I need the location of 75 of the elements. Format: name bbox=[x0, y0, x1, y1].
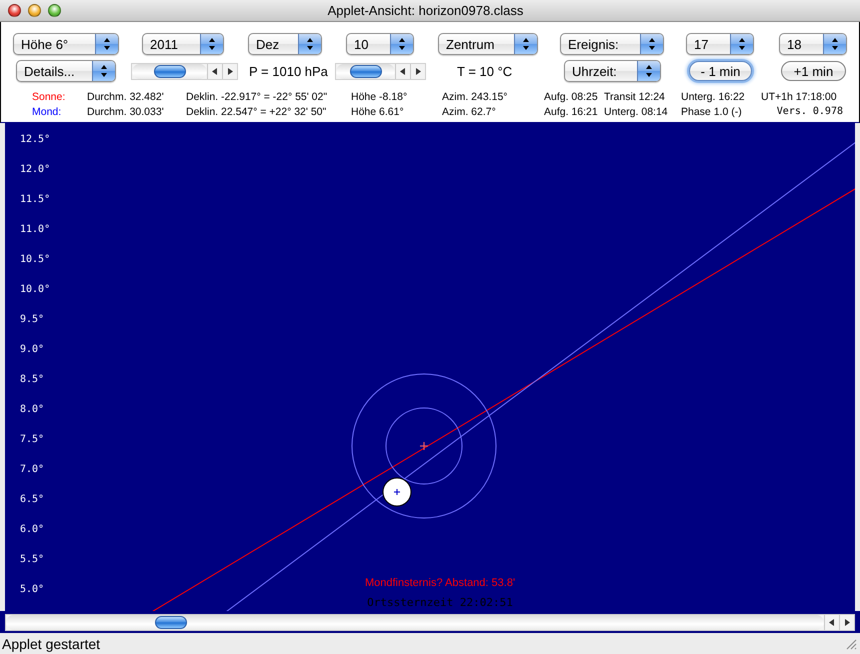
altitude-label: 6.5° bbox=[20, 494, 44, 505]
stepper-icon bbox=[823, 34, 846, 54]
info-value: Höhe -8.18° bbox=[351, 90, 408, 104]
altitude-label: 9.0° bbox=[20, 344, 44, 355]
slider-track[interactable] bbox=[335, 62, 426, 80]
stepper-icon bbox=[730, 34, 753, 54]
slider-track[interactable] bbox=[5, 614, 855, 631]
body-name: Mond: bbox=[32, 105, 62, 119]
info-value: Höhe 6.61° bbox=[351, 105, 405, 119]
stepper-icon bbox=[390, 34, 413, 54]
dropdown[interactable]: Höhe 6° bbox=[13, 33, 119, 55]
slider-thumb[interactable] bbox=[154, 64, 186, 78]
dropdown[interactable]: 10 bbox=[346, 33, 414, 55]
altitude-label: 11.0° bbox=[20, 224, 50, 235]
info-value: Transit 12:24 bbox=[604, 90, 666, 104]
info-value: Vers. 0.978 bbox=[776, 105, 844, 119]
altitude-label: 8.0° bbox=[20, 404, 44, 415]
info-value: Azim. 62.7° bbox=[442, 105, 497, 119]
reading-label: P = 1010 hPa bbox=[249, 64, 328, 78]
stepper-icon bbox=[514, 34, 537, 54]
altitude-label: 10.0° bbox=[20, 284, 50, 295]
resize-grip-icon bbox=[845, 638, 857, 650]
dropdown[interactable]: Zentrum bbox=[438, 33, 538, 55]
time-step-button[interactable]: - 1 min bbox=[689, 61, 752, 81]
info-value: Unterg. 08:14 bbox=[604, 105, 669, 119]
sidereal-time: Ortssternzeit 22:02:51 bbox=[367, 596, 513, 609]
dropdown[interactable]: Details... bbox=[16, 60, 116, 82]
stepper-icon bbox=[200, 34, 223, 54]
info-value: Aufg. 16:21 bbox=[544, 105, 599, 119]
body-name: Sonne: bbox=[32, 90, 66, 104]
close-button[interactable] bbox=[8, 4, 21, 17]
center-cross-icon bbox=[420, 442, 428, 450]
dropdown[interactable]: Ereignis: bbox=[560, 33, 664, 55]
altitude-label: 9.5° bbox=[20, 314, 44, 325]
moon-cross-icon bbox=[394, 488, 400, 496]
stepper-icon bbox=[640, 34, 663, 54]
slider-thumb[interactable] bbox=[350, 64, 382, 78]
info-value: UT+1h 17:18:00 bbox=[761, 90, 838, 104]
time-step-button[interactable]: +1 min bbox=[781, 61, 846, 81]
eclipse-notice: Mondfinsternis? Abstand: 53.8' bbox=[364, 577, 516, 589]
info-value: Deklin. -22.917° = -22° 55' 02" bbox=[186, 90, 328, 104]
altitude-label: 7.5° bbox=[20, 434, 44, 445]
reading-label: T = 10 °C bbox=[457, 64, 512, 78]
stepper-icon bbox=[92, 61, 115, 81]
info-value: Aufg. 08:25 bbox=[544, 90, 599, 104]
stepper-icon bbox=[637, 61, 660, 81]
slider-thumb[interactable] bbox=[155, 616, 188, 629]
altitude-label: 12.5° bbox=[20, 134, 50, 145]
dropdown[interactable]: 17 bbox=[686, 33, 754, 55]
altitude-label: 10.5° bbox=[20, 254, 50, 265]
dropdown[interactable]: Uhrzeit: bbox=[564, 60, 661, 82]
info-value: Durchm. 30.033' bbox=[87, 105, 165, 119]
dropdown[interactable]: Dez bbox=[248, 33, 322, 55]
altitude-label: 8.5° bbox=[20, 374, 44, 385]
info-value: Azim. 243.15° bbox=[442, 90, 508, 104]
dropdown[interactable]: 18 bbox=[779, 33, 847, 55]
info-value: Deklin. 22.547° = +22° 32' 50" bbox=[186, 105, 328, 119]
status-text: Applet gestartet bbox=[2, 636, 100, 652]
dropdown[interactable]: 2011 bbox=[142, 33, 224, 55]
altitude-label: 5.0° bbox=[20, 584, 44, 595]
info-value: Unterg. 16:22 bbox=[681, 90, 746, 104]
stepper-icon bbox=[298, 34, 321, 54]
minimize-button[interactable] bbox=[28, 4, 41, 17]
altitude-label: 12.0° bbox=[20, 164, 50, 175]
slider-track[interactable] bbox=[131, 62, 238, 80]
info-value: Phase 1.0 (-) bbox=[681, 105, 743, 119]
altitude-label: 11.5° bbox=[20, 194, 50, 205]
altitude-label: 7.0° bbox=[20, 464, 44, 475]
altitude-label: 5.5° bbox=[20, 554, 44, 565]
altitude-label: 6.0° bbox=[20, 524, 44, 535]
stepper-icon bbox=[95, 34, 118, 54]
zoom-button[interactable] bbox=[48, 4, 61, 17]
moon-disc bbox=[382, 478, 412, 506]
window-title: Applet-Ansicht: horizon0978.class bbox=[326, 3, 524, 18]
info-value: Durchm. 32.482' bbox=[87, 90, 165, 104]
